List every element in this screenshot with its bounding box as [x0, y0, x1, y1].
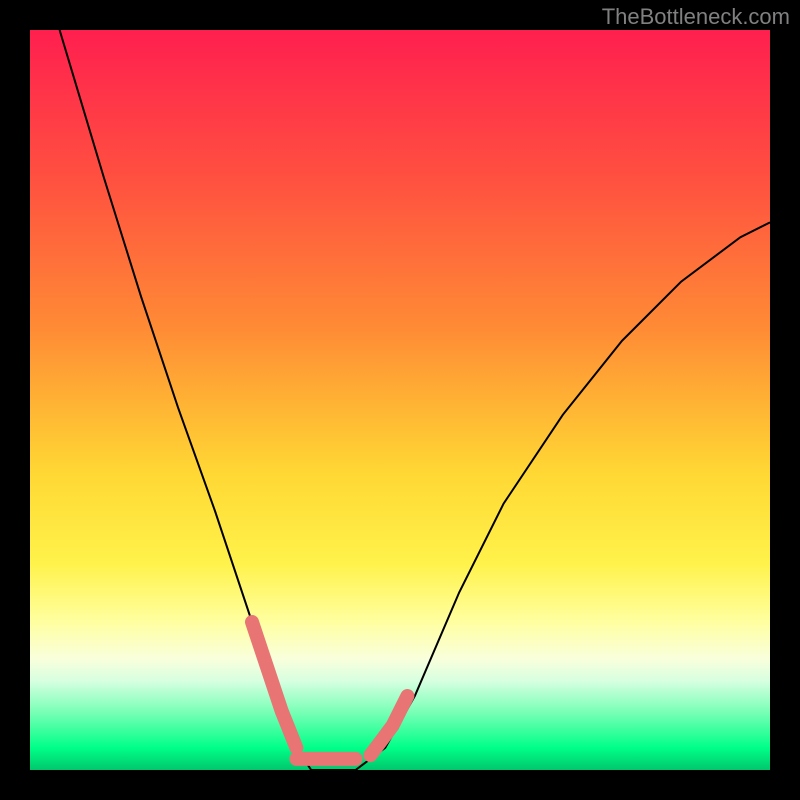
plot-area — [30, 30, 770, 770]
chart-frame: TheBottleneck.com — [0, 0, 800, 800]
highlight-right — [370, 696, 407, 755]
curve-layer — [30, 30, 770, 770]
bottleneck-curve — [60, 30, 770, 770]
watermark-text: TheBottleneck.com — [602, 4, 790, 30]
highlight-left — [252, 622, 296, 748]
